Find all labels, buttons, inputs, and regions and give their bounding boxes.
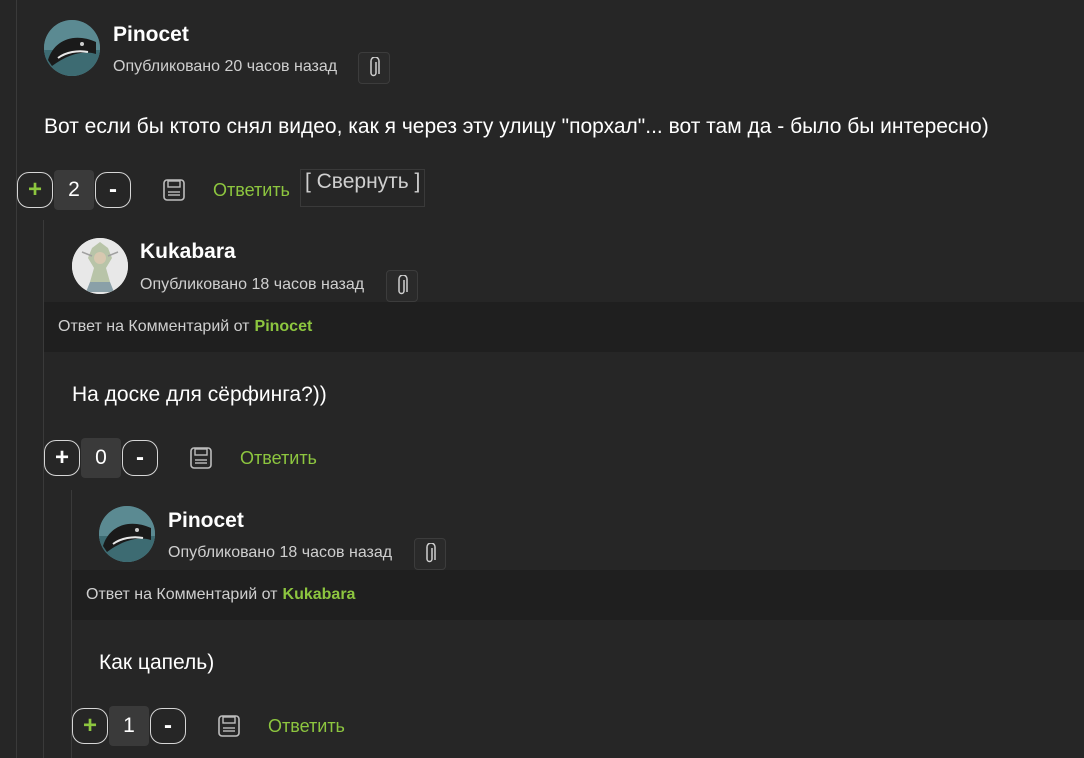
published-time: Опубликовано 18 часов назад — [140, 276, 365, 293]
thread-line-level-0 — [16, 0, 17, 758]
downvote-button[interactable]: - — [122, 440, 158, 476]
author-name[interactable]: Pinocet — [113, 23, 189, 47]
reply-link[interactable]: Ответить — [268, 716, 345, 737]
reply-link[interactable]: Ответить — [240, 448, 317, 469]
vote-count: 0 — [81, 438, 121, 478]
permalink-button[interactable] — [386, 270, 418, 302]
comment-body: Как цапель) — [99, 651, 215, 674]
avatar[interactable] — [99, 506, 155, 562]
author-name[interactable]: Pinocet — [168, 509, 244, 533]
orca-avatar-icon — [99, 506, 155, 562]
avatar[interactable] — [44, 20, 100, 76]
upvote-button[interactable]: + — [72, 708, 108, 744]
permalink-button[interactable] — [358, 52, 390, 84]
paperclip-icon — [398, 275, 408, 295]
reply-to-bar: Ответ на Комментарий от Pinocet — [44, 302, 1084, 352]
published-time: Опубликовано 20 часов назад — [113, 58, 338, 75]
paperclip-icon — [426, 543, 436, 563]
floppy-disk-icon — [190, 447, 212, 469]
reply-to-author[interactable]: Kukabara — [283, 586, 356, 604]
collapse-button[interactable]: [ Свернуть ] — [299, 169, 426, 207]
upvote-button[interactable]: + — [44, 440, 80, 476]
downvote-button[interactable]: - — [150, 708, 186, 744]
vote-row: + 1 - Ответить — [72, 706, 345, 746]
character-avatar-icon — [72, 238, 128, 294]
reply-to-prefix: Ответ на Комментарий от — [86, 586, 278, 603]
upvote-button[interactable]: + — [17, 172, 53, 208]
reply-link[interactable]: Ответить — [213, 180, 290, 201]
vote-row: + 0 - Ответить — [44, 438, 317, 478]
floppy-disk-icon — [218, 715, 240, 737]
paperclip-icon — [370, 57, 380, 77]
vote-count: 2 — [54, 170, 94, 210]
orca-avatar-icon — [44, 20, 100, 76]
downvote-button[interactable]: - — [95, 172, 131, 208]
floppy-disk-icon — [163, 179, 185, 201]
published-time: Опубликовано 18 часов назад — [168, 544, 393, 561]
reply-to-author[interactable]: Pinocet — [255, 318, 313, 336]
comments-page: Pinocet Опубликовано 20 часов назад Вот … — [0, 0, 1084, 758]
reply-to-bar: Ответ на Комментарий от Kukabara — [72, 570, 1084, 620]
avatar[interactable] — [72, 238, 128, 294]
permalink-button[interactable] — [414, 538, 446, 570]
comment-body: Вот если бы ктото снял видео, как я чере… — [44, 115, 989, 138]
thread-line-level-1 — [43, 220, 44, 758]
vote-count: 1 — [109, 706, 149, 746]
save-button[interactable] — [188, 445, 214, 471]
vote-row: + 2 - Ответить [ Свернуть ] — [17, 169, 426, 210]
reply-to-prefix: Ответ на Комментарий от — [58, 318, 250, 335]
save-button[interactable] — [161, 177, 187, 203]
save-button[interactable] — [216, 713, 242, 739]
author-name[interactable]: Kukabara — [140, 240, 236, 264]
comment-body: На доске для сёрфинга?)) — [72, 383, 327, 406]
